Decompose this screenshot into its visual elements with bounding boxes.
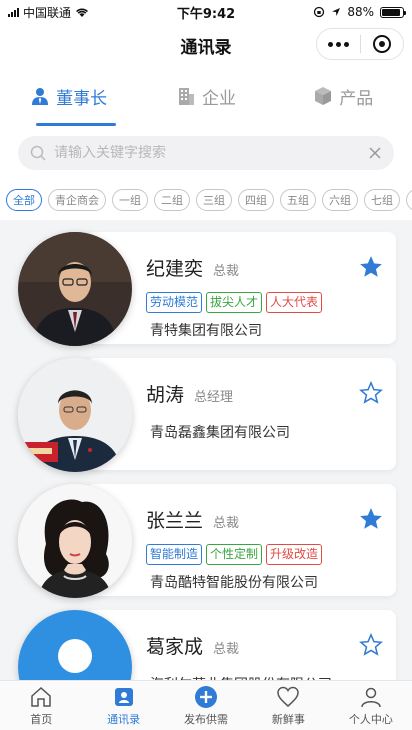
building-icon	[178, 88, 194, 105]
filter-chip[interactable]: 四组	[238, 189, 274, 211]
contact-name: 纪建奕	[146, 258, 204, 280]
contact-title: 总裁	[213, 264, 240, 279]
honor-tag: 拔尖人才	[206, 292, 263, 313]
honor-tag: 智能制造	[146, 544, 203, 565]
home-icon	[29, 685, 53, 709]
bottom-tab-label: 个人中心	[348, 712, 393, 726]
card-background	[86, 358, 396, 470]
carrier-label: 中国联通	[23, 5, 72, 20]
filter-chip[interactable]: 五组	[280, 189, 316, 211]
miniprogram-capsule	[316, 28, 404, 60]
bottom-tab-label: 新鲜事	[271, 712, 305, 726]
tag-list: 劳动模范 拔尖人才 人大代表	[146, 292, 323, 313]
avatar	[18, 484, 132, 598]
search-section	[0, 126, 412, 180]
bottom-tab-3[interactable]: 发布供需	[165, 681, 247, 730]
company-name: 青特集团有限公司	[150, 323, 262, 339]
wifi-icon	[76, 8, 88, 17]
status-time: 下午9:42	[176, 6, 236, 22]
bottom-tab-5[interactable]: 个人中心	[330, 681, 412, 730]
contact-card[interactable]: 胡涛 总经理青岛磊鑫集团有限公司	[18, 358, 396, 472]
avatar	[18, 232, 132, 346]
avatar	[18, 358, 132, 472]
star-filled-icon[interactable]	[358, 254, 384, 280]
card-background	[86, 610, 396, 680]
close-miniprogram-button[interactable]	[361, 29, 404, 59]
contacts-icon	[112, 685, 136, 709]
signal-icon	[8, 7, 19, 17]
tab-label: 企业	[201, 88, 236, 109]
filter-chip[interactable]: 二组	[154, 189, 190, 211]
user-icon	[359, 685, 383, 709]
contact-card[interactable]: 张兰兰 总裁 智能制造 个性定制 升级改造 青岛酷特智能股份有限公司	[18, 484, 396, 598]
group-filter-bar: 全部青企商会一组二组三组四组五组六组七组八组	[0, 180, 412, 220]
contact-name: 胡涛	[146, 384, 185, 406]
filter-chip[interactable]: 青企商会	[48, 189, 106, 211]
battery-icon	[380, 6, 406, 18]
contact-title: 总裁	[213, 642, 240, 657]
bottom-tab-1[interactable]: 首页	[0, 681, 82, 730]
status-bar: 中国联通 下午9:42 88%	[0, 0, 412, 24]
bottom-tab-label: 首页	[30, 712, 53, 726]
honor-tag: 劳动模范	[146, 292, 203, 313]
filter-chip[interactable]: 七组	[364, 189, 400, 211]
rotation-lock-icon	[314, 6, 325, 18]
honor-tag: 升级改造	[266, 544, 323, 565]
nav-bar: 通讯录	[0, 24, 412, 66]
contact-card[interactable]: 葛家成总裁海利尔药业集团股份有限公司	[18, 610, 396, 680]
honor-tag: 人大代表	[266, 292, 323, 313]
name-row: 胡涛 总经理	[146, 380, 233, 407]
filter-chip[interactable]: 一组	[112, 189, 148, 211]
more-button[interactable]	[317, 29, 360, 59]
bottom-tab-label: 通讯录	[107, 712, 141, 726]
tab-company[interactable]: 企业	[137, 66, 274, 126]
contact-title: 总裁	[213, 516, 240, 531]
contact-name: 张兰兰	[146, 510, 204, 532]
contact-title: 总经理	[194, 390, 234, 405]
tag-list: 智能制造 个性定制 升级改造	[146, 544, 323, 565]
more-dots-icon	[327, 41, 349, 47]
contact-list: 纪建奕 总裁 劳动模范 拔尖人才 人大代表 青特集团有限公司 胡涛 总经理 青岛磊鑫集团有限公司…	[0, 220, 412, 680]
filter-chip[interactable]: 全部	[6, 189, 42, 211]
page-title: 通讯录	[180, 37, 232, 58]
contact-card[interactable]: 纪建奕 总裁 劳动模范 拔尖人才 人大代表 青特集团有限公司	[18, 232, 396, 346]
person-icon	[32, 88, 49, 105]
clear-icon[interactable]	[368, 146, 382, 160]
name-row: 张兰兰 总裁	[146, 506, 239, 533]
star-filled-icon[interactable]	[358, 506, 384, 532]
target-icon	[372, 35, 391, 53]
company-name: 青岛磊鑫集团有限公司	[150, 425, 290, 441]
search-bar	[18, 136, 394, 170]
search-input[interactable]	[54, 145, 360, 161]
tab-label: 董事长	[56, 88, 108, 109]
filter-chip[interactable]: 八组	[406, 189, 412, 211]
box-icon	[315, 87, 332, 105]
bottom-tab-label: 发布供需	[184, 712, 229, 726]
bottom-tab-2[interactable]: 通讯录	[82, 681, 164, 730]
filter-chip[interactable]: 六组	[322, 189, 358, 211]
search-icon	[30, 145, 46, 161]
category-tabs: 董事长 企业 产品	[0, 66, 412, 126]
plus-icon	[194, 685, 218, 709]
bottom-tab-bar: 首页 通讯录 发布供需 新鲜事 个人中心	[0, 680, 412, 730]
star-outline-icon[interactable]	[358, 380, 384, 406]
name-row: 纪建奕 总裁	[146, 254, 239, 281]
location-icon	[332, 8, 341, 16]
honor-tag: 个性定制	[206, 544, 263, 565]
filter-chip[interactable]: 三组	[196, 189, 232, 211]
tab-product[interactable]: 产品	[275, 66, 412, 126]
contact-name: 葛家成	[146, 636, 204, 658]
star-outline-icon[interactable]	[358, 632, 384, 658]
battery-percent: 88%	[347, 5, 374, 19]
tab-chairman[interactable]: 董事长	[0, 66, 137, 126]
heart-icon	[276, 685, 300, 709]
company-name: 青岛酷特智能股份有限公司	[150, 575, 318, 591]
tab-label: 产品	[339, 88, 374, 109]
name-row: 葛家成 总裁	[146, 632, 239, 659]
bottom-tab-4[interactable]: 新鲜事	[247, 681, 329, 730]
